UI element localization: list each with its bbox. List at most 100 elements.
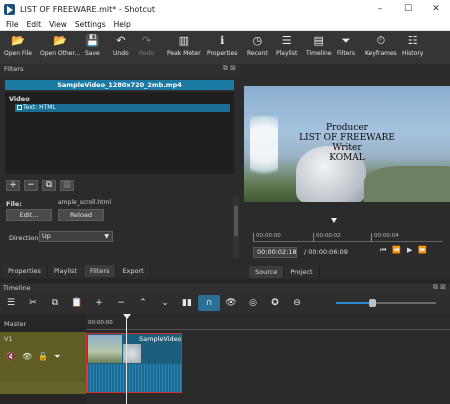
toolbar-clock-button[interactable]: ◷ Recent xyxy=(247,34,268,57)
split-icon[interactable]: ▮▮ xyxy=(176,298,198,308)
toolbar-label: Properties xyxy=(207,50,238,57)
copy-icon[interactable]: ⧉ xyxy=(44,298,66,308)
ripple-icon[interactable]: ◎ xyxy=(242,298,264,308)
menu-file[interactable]: File xyxy=(6,20,19,29)
scrollbar-thumb[interactable] xyxy=(234,206,238,236)
player-playhead[interactable] xyxy=(331,218,337,223)
minimize-button[interactable]: – xyxy=(366,4,394,14)
skip-previous-icon[interactable]: ⏮ xyxy=(380,246,386,255)
lock-icon[interactable]: 🔓 xyxy=(38,352,48,362)
cut-icon[interactable]: ✂ xyxy=(22,298,44,308)
timeline-ruler[interactable]: 00:00:00 xyxy=(86,318,450,330)
tab-playlist[interactable]: Playlist xyxy=(47,265,84,277)
clip-title: SampleVideo xyxy=(139,335,182,343)
rewind-icon[interactable]: ⏪ xyxy=(392,246,401,255)
zoom-slider-fill xyxy=(336,302,372,304)
toolbar-label: Open Other... xyxy=(40,50,81,57)
ruler-tick: 00:00:00 xyxy=(253,233,281,242)
play-icon[interactable]: ▶ xyxy=(407,246,412,255)
title-bar: LIST OF FREEWARE.mlt* - Shotcut – ☐ ✕ xyxy=(0,0,450,18)
filters-panel-title: Filters xyxy=(4,65,24,73)
direction-value: Up xyxy=(42,232,51,240)
paste-filter-button[interactable]: ▦ xyxy=(60,180,74,191)
tab-project[interactable]: Project xyxy=(284,266,320,278)
player-ruler[interactable]: 00:00:00 00:00:02 00:00:04 xyxy=(253,224,443,242)
save-icon: 💾 xyxy=(85,34,100,47)
clip-thumbnail xyxy=(88,335,122,363)
panel-float-close-icons[interactable]: ⧉ ⊠ xyxy=(223,64,236,73)
edit-button[interactable]: Edit... xyxy=(6,209,52,221)
toolbar-label: Open File xyxy=(4,50,32,57)
direction-select[interactable]: Up ▼ xyxy=(39,231,113,242)
history-icon: ☷ xyxy=(407,34,418,47)
filter-list: Video Text: HTML xyxy=(5,92,234,174)
scrub-icon[interactable]: 👁 xyxy=(220,298,242,308)
current-timecode-field[interactable]: 00:00:02:18 xyxy=(253,247,297,258)
snap-icon[interactable]: ∩ xyxy=(198,295,220,311)
menu-settings[interactable]: Settings xyxy=(75,20,106,29)
main-toolbar: 📂 Open File 📂 Open Other... 💾 Save ↶ Undo ↷ Redo ▥… xyxy=(0,31,450,64)
toolbar-redo-button[interactable]: ↷ Redo xyxy=(139,34,154,57)
track-header-v1[interactable]: V1 🔇 👁 🔓 ⏷ xyxy=(0,332,86,394)
toolbar-info-button[interactable]: ℹ Properties xyxy=(207,34,237,57)
timeline-ruler-tick: 00:00:00 xyxy=(88,320,113,326)
toolbar-filter-button[interactable]: ⏷ Filters xyxy=(337,34,355,58)
overwrite-icon[interactable]: ⌄ xyxy=(154,298,176,308)
timeline-panel-header: Timeline ⧉ ⊠ xyxy=(0,283,450,293)
remove-icon[interactable]: − xyxy=(110,298,132,308)
shotcut-app-icon xyxy=(4,3,15,15)
track-filter-icon[interactable]: ⏷ xyxy=(54,352,60,362)
panel-float-close-icons[interactable]: ⧉ ⊠ xyxy=(433,283,446,292)
toolbar-history-button[interactable]: ☷ History xyxy=(402,34,423,57)
timeline-playhead[interactable] xyxy=(126,316,127,404)
toolbar-keyframes-button[interactable]: ⏱ Keyframes xyxy=(365,33,397,58)
filter-item-text-html[interactable]: Text: HTML xyxy=(15,104,230,112)
ripple-all-icon[interactable]: ✪ xyxy=(264,298,286,308)
toolbar-timeline-button[interactable]: ▤ Timeline xyxy=(306,34,332,57)
filters-scrollbar[interactable] xyxy=(233,196,239,258)
toolbar-undo-button[interactable]: ↶ Undo xyxy=(113,34,129,57)
video-preview[interactable]: Producer LIST OF FREEWARE Writer KOMAL xyxy=(244,86,450,202)
timeline-clip[interactable]: SampleVideo xyxy=(86,333,182,393)
toolbar-label: Filters xyxy=(337,50,355,57)
tab-filters[interactable]: Filters xyxy=(83,265,117,277)
tab-export[interactable]: Export xyxy=(116,265,151,277)
toolbar-open-other-button[interactable]: 📂 Open Other... xyxy=(40,34,80,57)
timeline-playhead-handle[interactable] xyxy=(123,314,131,319)
toolbar-open-folder-button[interactable]: 📂 Open File xyxy=(4,34,32,57)
add-filter-button[interactable]: + xyxy=(6,180,20,191)
filter-actions: + − ⧉ ▦ xyxy=(6,180,74,191)
hide-icon[interactable]: 👁 xyxy=(22,352,32,362)
remove-filter-button[interactable]: − xyxy=(24,180,38,191)
peak-meter-icon: ▥ xyxy=(178,34,189,47)
track-resize-handle[interactable] xyxy=(0,382,86,394)
zoom-out-icon[interactable]: ⊖ xyxy=(286,298,308,308)
toolbar-save-button[interactable]: 💾 Save xyxy=(85,34,100,57)
fast-forward-icon[interactable]: ⏩ xyxy=(418,246,427,255)
filter-enable-checkbox[interactable] xyxy=(17,105,22,110)
copy-filter-button[interactable]: ⧉ xyxy=(42,180,56,191)
filter-item-label: Text: HTML xyxy=(23,104,56,111)
toolbar-label: Recent xyxy=(247,50,268,57)
keyframes-icon: ⏱ xyxy=(376,33,386,47)
zoom-slider-handle[interactable] xyxy=(369,299,376,307)
menu-edit[interactable]: Edit xyxy=(27,20,42,29)
tab-properties[interactable]: Properties xyxy=(2,265,48,277)
preview-rock xyxy=(364,166,450,202)
tab-source[interactable]: Source xyxy=(249,266,285,278)
mute-icon[interactable]: 🔇 xyxy=(6,352,16,362)
toolbar-peak-meter-button[interactable]: ▥ Peak Meter xyxy=(167,34,201,57)
append-icon[interactable]: + xyxy=(88,298,110,308)
toolbar-playlist-button[interactable]: ☰ Playlist xyxy=(276,34,297,57)
reload-button[interactable]: Reload xyxy=(58,209,104,221)
open-folder-icon: 📂 xyxy=(11,34,25,47)
clock-icon: ◷ xyxy=(252,34,263,47)
overlay-producer: Producer xyxy=(325,123,368,133)
maximize-button[interactable]: ☐ xyxy=(394,4,422,14)
menu-icon[interactable]: ☰ xyxy=(0,298,22,308)
close-button[interactable]: ✕ xyxy=(422,4,450,14)
menu-help[interactable]: Help xyxy=(114,20,131,29)
paste-icon[interactable]: 📋 xyxy=(66,298,88,308)
lift-icon[interactable]: ⌃ xyxy=(132,298,154,308)
menu-view[interactable]: View xyxy=(49,20,67,29)
